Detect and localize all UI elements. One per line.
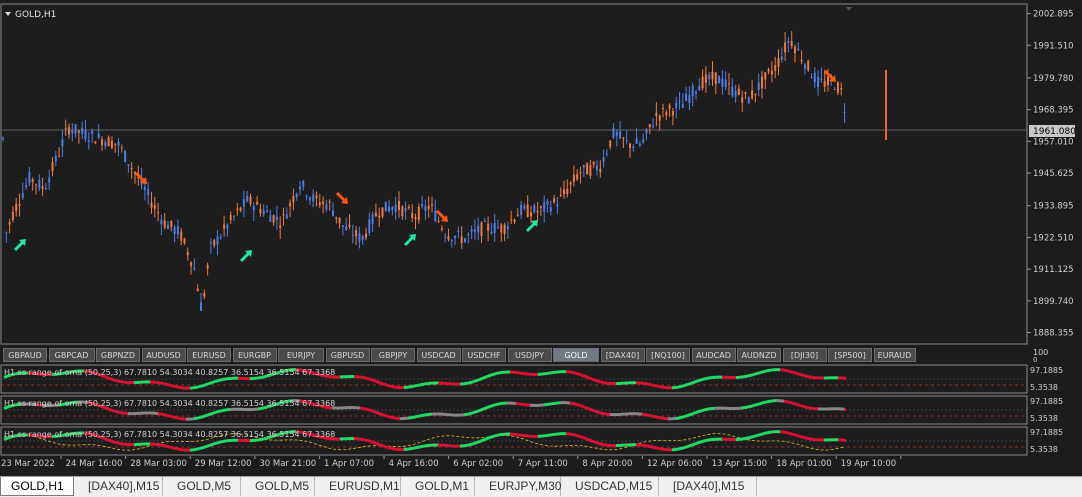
price-tick-label: 1957.010 [1033,137,1074,147]
symbol-button-audusd[interactable]: AUDUSD [142,348,186,362]
time-tick-label: 30 Mar 21:00 [259,459,316,469]
chart-tabs-bar: GOLD,H1[DAX40],M15GOLD,M5GOLD,M5EURUSD,M… [0,476,1082,497]
symbol-button-gbpcad[interactable]: GBPCAD [49,348,95,362]
time-tick-label: 1 Apr 07:00 [324,459,374,469]
time-tick-label: 12 Apr 06:00 [647,459,702,469]
symbol-button-gbpusd[interactable]: GBPUSD [326,348,370,362]
symbol-button-gbpaud[interactable]: GBPAUD [3,348,47,362]
symbol-button-eurjpy[interactable]: EURJPY [278,348,324,362]
indicator-scale-bottom: 0 [1033,356,1037,364]
indicator-bottom-value: 5.3538 [1030,445,1058,454]
time-tick-label: 13 Apr 15:00 [712,459,767,469]
symbol-button-eurgbp[interactable]: EURGBP [233,348,277,362]
symbol-button-gold[interactable]: GOLD [553,348,599,362]
candle [807,60,809,73]
indicator-bottom-value: 5.3538 [1030,414,1058,423]
price-tick-label: 1991.510 [1033,41,1074,51]
chart-title: GOLD,H1 [15,10,56,20]
candle [748,96,750,104]
indicator-panel-3[interactable]: H1 ss range of oma (50,25,3) 67.7810 54.… [1,427,1063,455]
chart-tab[interactable]: GOLD,M5 [163,477,241,496]
symbol-button-nq100[interactable]: [NQ100] [646,348,690,362]
time-tick-label: 4 Apr 16:00 [389,459,439,469]
price-tick-label: 1979.780 [1033,74,1074,84]
price-tick-label: 1888.355 [1033,329,1074,339]
symbol-button-usdchf[interactable]: USDCHF [462,348,506,362]
price-tick-label: 1968.395 [1033,106,1074,116]
price-panel[interactable] [1,4,1027,344]
time-tick-label: 18 Apr 01:00 [776,459,831,469]
chart-tab[interactable]: USDCAD,M15 [561,477,659,496]
candle [124,150,126,163]
chart-tab[interactable]: GOLD,M1 [401,477,475,496]
indicator-panel-1[interactable]: H1 ss range of oma (50,25,3) 67.7810 54.… [1,365,1063,393]
symbol-button-audcad[interactable]: AUDCAD [692,348,736,362]
symbol-button-audnzd[interactable]: AUDNZD [737,348,781,362]
candle [718,75,720,83]
time-tick-label: 19 Apr 10:00 [841,459,896,469]
indicator-top-value: 97.1885 [1030,428,1063,437]
price-tick-label: 1933.895 [1033,202,1074,212]
symbol-button-usdjpy[interactable]: USDJPY [508,348,552,362]
price-tick-label: 1945.625 [1033,169,1074,179]
indicator-bottom-value: 5.3538 [1030,383,1058,392]
chart-tab[interactable]: EURJPY,M30 [475,477,561,496]
symbol-button-dax40[interactable]: [DAX40] [601,348,645,362]
chart-tab[interactable]: GOLD,M5 [241,477,315,496]
indicator-top-value: 97.1885 [1030,366,1063,375]
candle [586,162,588,175]
symbol-button-usdcad[interactable]: USDCAD [417,348,461,362]
chart-tab[interactable]: EURUSD,M1 [315,477,401,496]
time-tick-label: 8 Apr 20:00 [582,459,632,469]
chart-window[interactable]: GOLD,H1 2002.895 1991.510 1979.780 1968.395… [0,0,1082,496]
time-tick-label: 7 Apr 11:00 [518,459,568,469]
candle [385,201,387,211]
indicator-top-value: 97.1885 [1030,397,1063,406]
chart-tab[interactable]: GOLD,H1 [0,477,74,496]
price-tick-label: 1899.740 [1033,297,1074,307]
current-price-label: 1961.080 [1033,127,1076,137]
time-tick-label: 6 Apr 02:00 [453,459,503,469]
time-tick-label: 24 Mar 16:00 [66,459,123,469]
symbol-button-gbpjpy[interactable]: GBPJPY [371,348,415,362]
chart-tab[interactable]: [DAX40],M15 [74,477,163,496]
indicator-label: H1 ss range of oma (50,25,3) 67.7810 54.… [4,430,335,439]
time-tick-label: 29 Mar 12:00 [195,459,252,469]
indicator-panel-2[interactable]: H1 ss range of oma (50,25,3) 67.7810 54.… [1,396,1063,424]
price-tick-label: 2002.895 [1033,10,1074,20]
symbol-button-dji30[interactable]: [DJI30] [783,348,827,362]
time-tick-label: 28 Mar 03:00 [130,459,187,469]
price-tick-label: 1911.125 [1033,265,1074,275]
symbol-button-sp500[interactable]: [SP500] [828,348,872,362]
price-tick-label: 1922.510 [1033,233,1074,243]
symbol-button-eurusd[interactable]: EURUSD [187,348,231,362]
indicator-label: H1 ss range of oma (50,25,3) 67.7810 54.… [4,399,335,408]
symbol-button-gbpnzd[interactable]: GBPNZD [96,348,140,362]
symbol-button-euraud[interactable]: EURAUD [874,348,916,362]
indicator-label: H1 ss range of oma (50,25,3) 67.7810 54.… [4,368,335,377]
chart-tab[interactable]: [DAX40],M15 [659,477,757,496]
time-tick-label: 23 Mar 2022 [1,459,55,469]
